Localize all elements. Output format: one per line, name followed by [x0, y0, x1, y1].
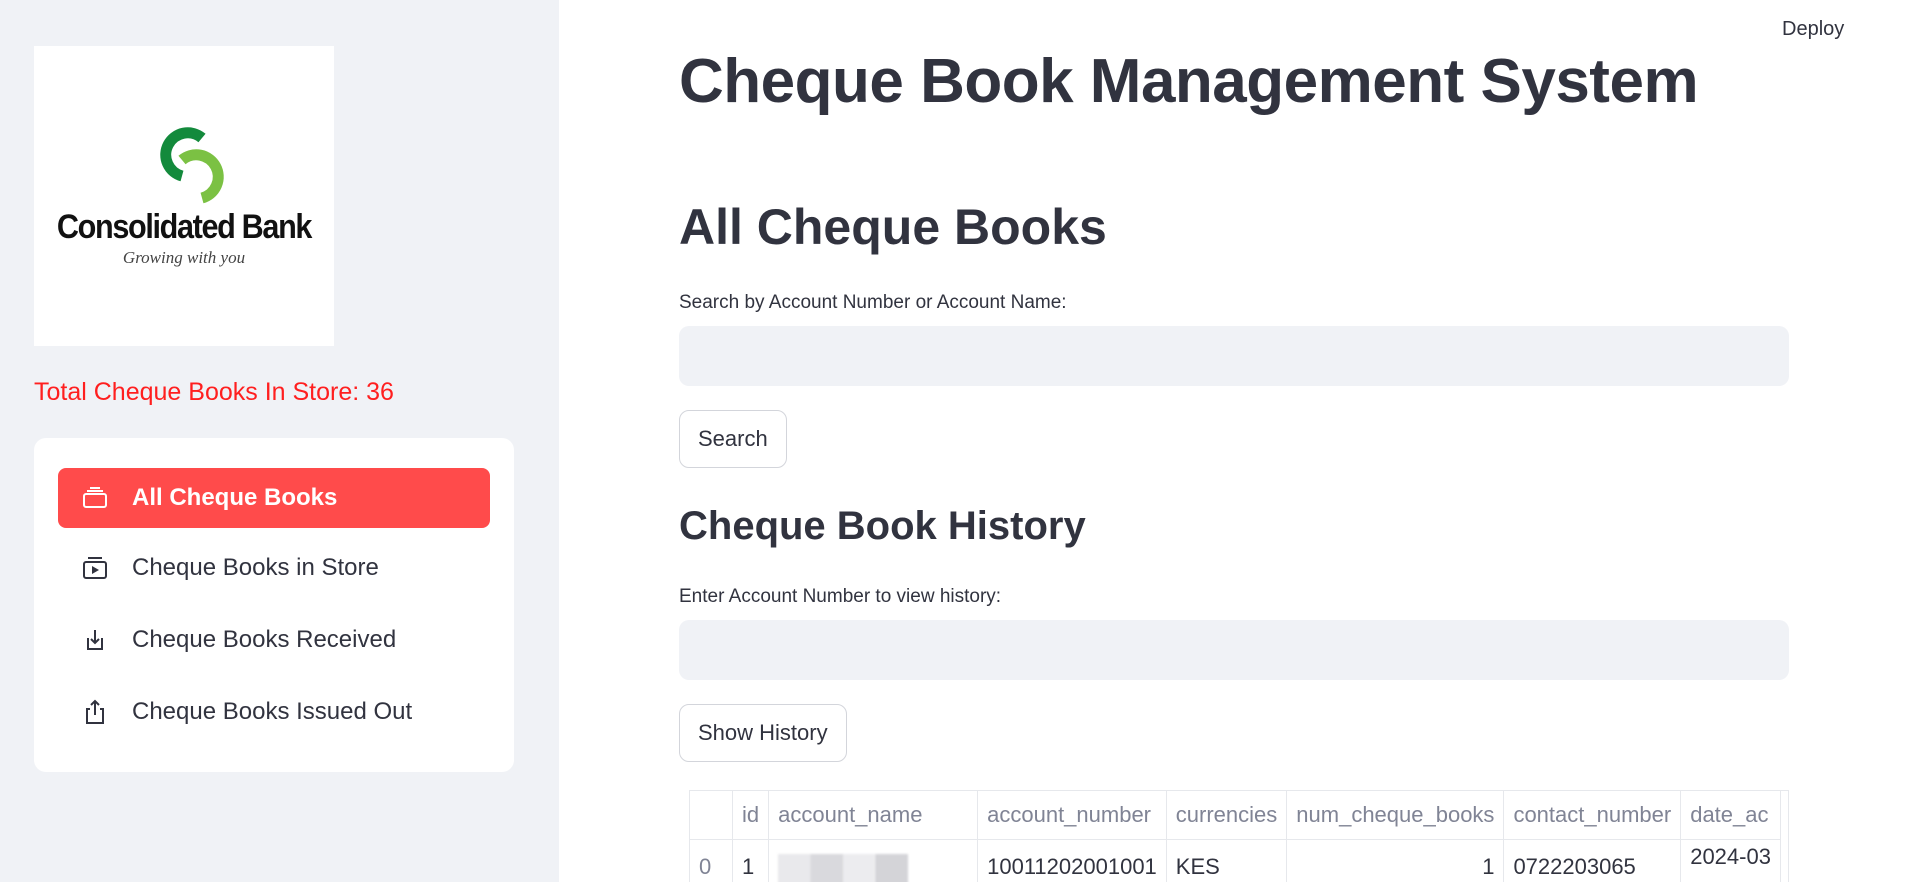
- column-header-date[interactable]: date_ac: [1680, 791, 1781, 840]
- nav-item-label: Cheque Books in Store: [132, 554, 379, 581]
- nav-item-cheque-books-issued-out[interactable]: Cheque Books Issued Out: [58, 682, 490, 742]
- account-number-cell: 10011202001001: [977, 839, 1167, 882]
- all-cheque-books-heading: All Cheque Books: [679, 199, 1107, 255]
- column-header-account-number[interactable]: account_number: [977, 791, 1167, 840]
- bank-logo-mark-icon: [160, 127, 224, 204]
- column-header-account-name[interactable]: account_name: [768, 791, 979, 840]
- table-header-row: id account_name account_number currencie…: [690, 791, 1781, 840]
- nav-item-label: Cheque Books Received: [132, 626, 397, 653]
- page-title: Cheque Book Management System: [679, 47, 1699, 116]
- cheque-book-history-heading: Cheque Book History: [679, 504, 1086, 548]
- nav-item-cheque-books-in-store[interactable]: Cheque Books in Store: [58, 538, 490, 598]
- account-name-cell: [768, 839, 979, 882]
- nav-item-label: All Cheque Books: [132, 484, 338, 511]
- stack-icon: [80, 483, 110, 513]
- nav-item-all-cheque-books[interactable]: All Cheque Books: [58, 468, 490, 528]
- search-button[interactable]: Search: [679, 410, 787, 468]
- column-header-currencies[interactable]: currencies: [1166, 791, 1288, 840]
- deploy-button[interactable]: Deploy: [1782, 18, 1844, 41]
- history-account-input[interactable]: [679, 620, 1789, 680]
- num-cheque-books-cell: 1: [1286, 839, 1505, 882]
- search-input[interactable]: [679, 326, 1789, 386]
- nav-item-label: Cheque Books Issued Out: [132, 698, 413, 725]
- store-total-text: Total Cheque Books In Store: 36: [34, 378, 394, 406]
- upload-share-icon: [80, 697, 110, 727]
- history-account-label: Enter Account Number to view history:: [679, 586, 1002, 607]
- show-history-button[interactable]: Show History: [679, 704, 847, 762]
- column-header-num-cheque-books[interactable]: num_cheque_books: [1286, 791, 1505, 840]
- main-content: Cheque Book Management System All Cheque…: [679, 0, 1789, 882]
- contact-number-cell: 0722203065: [1503, 839, 1682, 882]
- search-label: Search by Account Number or Account Name…: [679, 292, 1067, 313]
- nav-menu: All Cheque Books Cheque Books in Store C…: [34, 438, 514, 772]
- currencies-cell: KES: [1166, 839, 1288, 882]
- column-header-index[interactable]: [690, 791, 733, 840]
- sidebar: Consolidated Bank Growing with you Total…: [0, 0, 559, 882]
- column-header-id[interactable]: id: [732, 791, 770, 840]
- id-cell: 1: [732, 839, 770, 882]
- redacted-account-name: [778, 854, 909, 882]
- cheque-books-table[interactable]: id account_name account_number currencie…: [689, 790, 1789, 882]
- bank-logo-name: Consolidated Bank: [56, 208, 313, 246]
- bank-logo: Consolidated Bank Growing with you: [34, 46, 334, 346]
- store-play-icon: [80, 553, 110, 583]
- column-header-contact-number[interactable]: contact_number: [1503, 791, 1682, 840]
- nav-item-cheque-books-received[interactable]: Cheque Books Received: [58, 610, 490, 670]
- download-box-icon: [80, 625, 110, 655]
- bank-logo-tagline: Growing with you: [122, 248, 246, 267]
- row-index-cell: 0: [690, 839, 733, 882]
- table-row[interactable]: 0 1 10011202001001 KES 1 0722203065 2024…: [690, 839, 1781, 882]
- date-cell: 2024-03: [1680, 839, 1781, 882]
